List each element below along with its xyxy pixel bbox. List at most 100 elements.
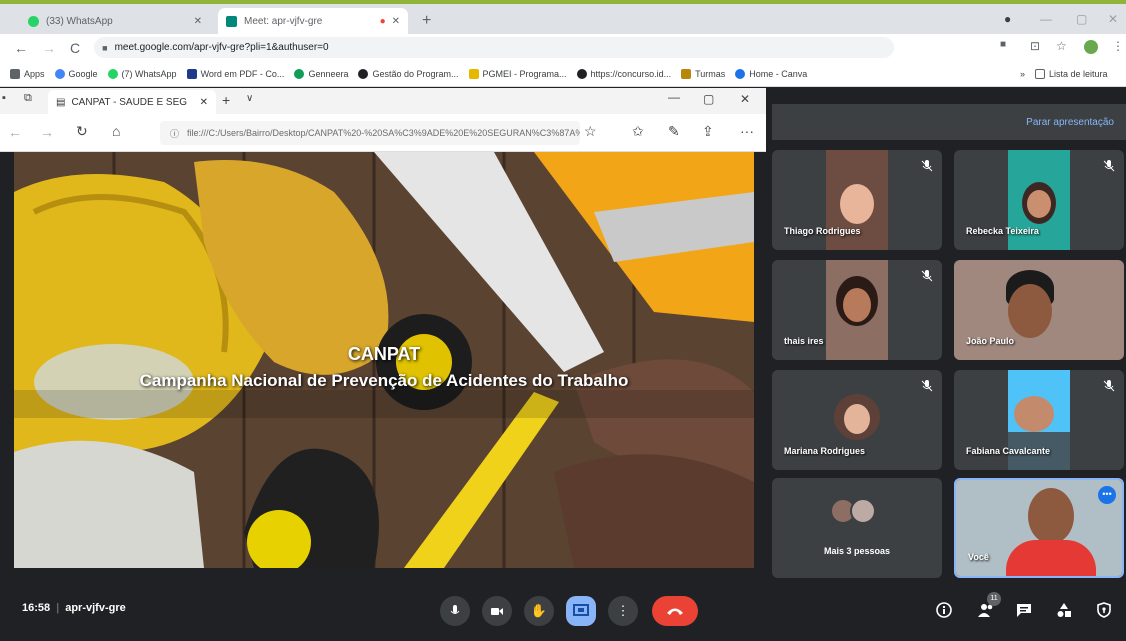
new-tab-icon[interactable]: + <box>222 92 230 108</box>
meeting-code: apr-vjfv-gre <box>65 602 126 614</box>
more-icon[interactable]: ··· <box>740 123 754 139</box>
tab-label: (33) WhatsApp <box>46 15 113 27</box>
face-shape <box>1027 190 1051 218</box>
bookmark-label: https://concurso.id... <box>590 68 672 79</box>
more-options-icon[interactable]: ••• <box>1098 486 1116 504</box>
participant-name: Rebecka Teixeira <box>966 226 1039 236</box>
participants-button[interactable]: 11 <box>974 592 1001 622</box>
more-people-tile[interactable]: Mais 3 pessoas <box>772 478 942 578</box>
bookmark-genneera[interactable]: Genneera <box>294 68 348 79</box>
back-icon[interactable]: ← <box>14 40 28 56</box>
whatsapp-icon <box>28 15 39 27</box>
self-tile[interactable]: ••• Você <box>954 478 1124 578</box>
minimize-icon[interactable]: — <box>1040 12 1052 26</box>
mic-icon <box>450 605 460 614</box>
hang-up-icon <box>667 608 683 615</box>
share-icon[interactable]: ⇪ <box>702 123 714 140</box>
participant-video <box>826 260 888 360</box>
end-call-button[interactable] <box>652 596 698 626</box>
participant-tile[interactable]: Mariana Rodrigues <box>772 370 942 470</box>
camera-button[interactable] <box>482 596 512 626</box>
address-input[interactable]: ■ meet.google.com/apr-vjfv-gre?pli=1&aut… <box>94 37 895 58</box>
bookmark-apps[interactable]: Apps <box>10 68 45 79</box>
close-icon[interactable]: ✕ <box>392 16 400 27</box>
pdf-icon: ▤ <box>56 96 66 108</box>
forward-icon[interactable]: → <box>40 124 54 140</box>
activities-button[interactable] <box>1052 598 1076 622</box>
new-tab-icon[interactable]: + <box>422 12 431 30</box>
stop-presenting-button[interactable]: Parar apresentação <box>1026 117 1114 128</box>
favorites-icon[interactable]: ✩ <box>632 123 644 140</box>
face-shape <box>1028 488 1074 544</box>
edge-tab-canpat[interactable]: ▤ CANPAT - SAUDE E SEG ✕ <box>48 90 216 114</box>
home-icon[interactable]: ⌂ <box>112 123 120 139</box>
tab-meet[interactable]: Meet: apr-vjfv-gre ● ✕ <box>218 8 408 34</box>
reading-list-icon <box>1035 68 1046 79</box>
star-icon[interactable]: ☆ <box>1056 39 1067 53</box>
present-button[interactable] <box>566 596 596 626</box>
reading-list[interactable]: » Lista de leitura <box>1020 68 1108 79</box>
participant-tile[interactable]: Fabiana Cavalcante <box>954 370 1124 470</box>
bookmark-gestao[interactable]: Gestão do Program... <box>358 68 459 79</box>
meeting-details-button[interactable] <box>932 598 956 622</box>
bookmark-label: Word em PDF - Co... <box>200 68 285 79</box>
close-icon[interactable]: ✕ <box>200 97 208 108</box>
zoom-icon[interactable]: ⊡ <box>1030 39 1040 53</box>
meeting-info: 16:58 | apr-vjfv-gre <box>22 602 126 614</box>
reload-icon[interactable]: C <box>70 40 80 56</box>
shared-edge-window: ▪ ⧉ ▤ CANPAT - SAUDE E SEG ✕ + ∨ — ▢ ✕ ←… <box>0 88 766 152</box>
more-options-button[interactable]: ⋮ <box>608 596 638 626</box>
host-controls-button[interactable] <box>1092 598 1116 622</box>
chat-button[interactable] <box>1012 598 1036 622</box>
reload-icon[interactable]: ↻ <box>76 123 88 140</box>
participant-tile[interactable]: thais ires <box>772 260 942 360</box>
tab-whatsapp[interactable]: (33) WhatsApp ✕ <box>20 8 210 34</box>
maximize-icon[interactable]: ▢ <box>1076 12 1087 26</box>
forward-icon[interactable]: → <box>42 40 56 56</box>
close-window-icon[interactable]: ✕ <box>1108 12 1118 26</box>
hand-icon: ✋ <box>530 603 548 618</box>
close-window-icon[interactable]: ✕ <box>740 92 750 106</box>
word-pdf-icon <box>186 68 197 79</box>
menu-dots-icon[interactable]: ⋮ <box>1112 39 1124 53</box>
edge-address-input[interactable]: ⓘ file:///C:/Users/Bairro/Desktop/CANPAT… <box>160 121 580 145</box>
bookmark-google[interactable]: Google <box>54 68 98 79</box>
chrome-address-bar: ← → C ■ meet.google.com/apr-vjfv-gre?pli… <box>0 34 1126 61</box>
mic-button[interactable] <box>440 596 470 626</box>
chevron-down-icon[interactable]: ∨ <box>246 93 253 104</box>
window-icon: ▪ <box>2 92 6 104</box>
participant-tile[interactable]: Rebecka Teixeira <box>954 150 1124 250</box>
camera-icon[interactable]: ■ <box>1000 39 1006 50</box>
bookmark-concurso[interactable]: https://concurso.id... <box>576 68 672 79</box>
minimize-icon[interactable]: — <box>668 90 680 104</box>
bookmark-canva[interactable]: Home - Canva <box>735 68 807 79</box>
close-icon[interactable]: ✕ <box>194 16 202 27</box>
presentation-slide: CANPAT Campanha Nacional de Prevenção de… <box>14 152 754 568</box>
avatar[interactable] <box>1084 40 1098 54</box>
mic-off-icon <box>921 270 933 282</box>
tab-actions-icon[interactable]: ⧉ <box>24 92 32 105</box>
raise-hand-button[interactable]: ✋ <box>524 596 554 626</box>
divider: | <box>56 602 60 614</box>
edge-tab-label: CANPAT - SAUDE E SEG <box>71 96 188 108</box>
participant-tile[interactable]: Thiago Rodrigues <box>772 150 942 250</box>
chevron-right-icon: » <box>1020 68 1026 79</box>
participant-count-badge: 11 <box>987 592 1001 606</box>
maximize-icon[interactable]: ▢ <box>703 92 714 106</box>
bookmark-word-pdf[interactable]: Word em PDF - Co... <box>186 68 285 79</box>
profile-icon[interactable]: ● <box>1004 12 1011 26</box>
bookmark-turmas[interactable]: Turmas <box>681 68 726 79</box>
bookmark-whatsapp[interactable]: (7) WhatsApp <box>107 68 177 79</box>
back-icon[interactable]: ← <box>8 124 22 140</box>
apps-grid-icon <box>10 68 20 79</box>
bookmark-pgmei[interactable]: PGMEI - Programa... <box>468 68 567 79</box>
bookmark-label: Turmas <box>695 68 726 79</box>
participant-name: thais ires <box>784 336 824 346</box>
participant-tile[interactable]: João Paulo <box>954 260 1124 360</box>
bookmarks-bar: Apps Google (7) WhatsApp Word em PDF - C… <box>0 61 1126 87</box>
pen-icon[interactable]: ✎ <box>668 123 680 140</box>
reading-list-label: Lista de leitura <box>1049 68 1108 79</box>
chrome-tab-strip: (33) WhatsApp ✕ Meet: apr-vjfv-gre ● ✕ +… <box>0 4 1126 34</box>
star-icon[interactable]: ☆ <box>584 123 597 140</box>
shield-lock-icon <box>1097 602 1111 618</box>
